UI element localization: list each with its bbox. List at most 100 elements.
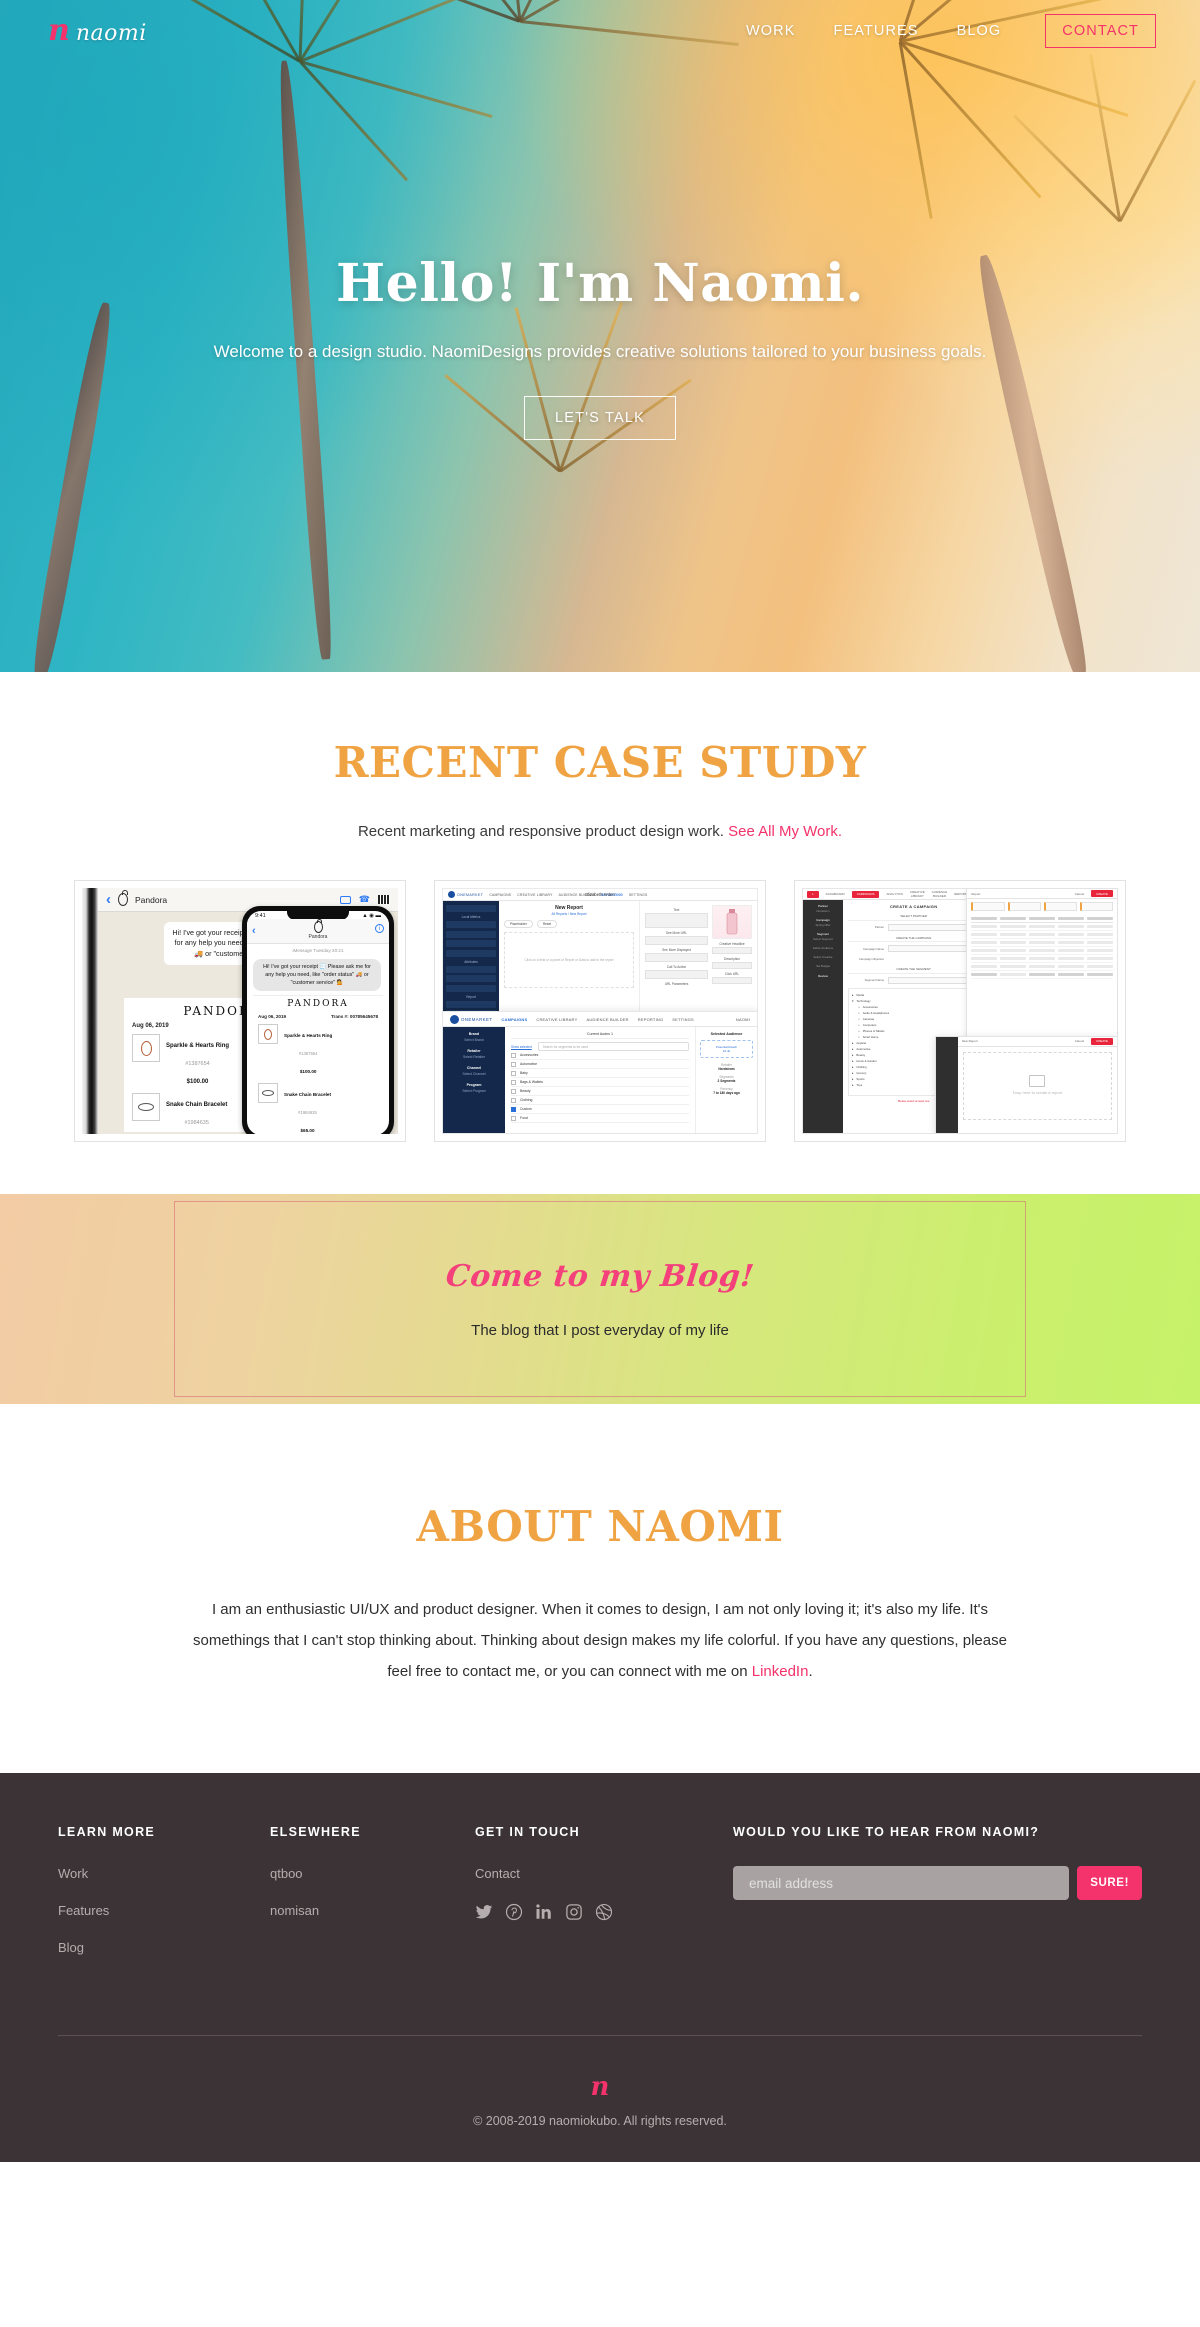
footer-link-work[interactable]: Work — [58, 1866, 270, 1881]
step-sub: Select Channel — [462, 1072, 486, 1076]
wizard-step: Brand Select Brand — [447, 1032, 501, 1042]
step-title: Retailer — [467, 1049, 481, 1053]
case-card-campaign-tool[interactable]: L DASHBOARD CAMPAIGNS ANALYTICS CREATIVE… — [794, 880, 1126, 1142]
footer-link-nomisan[interactable]: nomisan — [270, 1903, 475, 1918]
step-sub: Select Brand — [464, 1038, 484, 1042]
chip: Reset — [536, 920, 558, 928]
newsletter-submit-button[interactable]: SURE! — [1077, 1866, 1142, 1901]
item-sku: #1984635 — [298, 1110, 317, 1116]
message-bubble: Hi! I've got your receipt 🧾 Please ask m… — [253, 958, 381, 992]
item-name: Sparkle & Hearts Ring — [166, 1043, 230, 1049]
drop-zone-text: Drop here to create a report — [1012, 1090, 1063, 1096]
panel-title: New Report — [555, 905, 583, 911]
message-timestamp: iMessage Tuesday 20:21 — [292, 948, 344, 953]
segment-label: Clothing — [520, 1098, 533, 1102]
section-label: CREATE THE CAMPAIGN — [848, 936, 980, 942]
see-all-work-link[interactable]: See All My Work. — [728, 823, 842, 840]
menu-item: REPORTING — [637, 1016, 664, 1022]
item-price: $65.00 — [300, 1128, 315, 1134]
footer-link-contact[interactable]: Contact — [475, 1866, 733, 1881]
chip: Placeholder — [504, 920, 533, 928]
case-study-section: RECENT CASE STUDY Recent marketing and r… — [0, 672, 1200, 1194]
footer-col-elsewhere: ELSEWHERE qtboo nomisan — [270, 1825, 475, 1977]
battery-icon — [378, 895, 390, 904]
footer-col-learn-more: LEARN MORE Work Features Blog — [58, 1825, 270, 1977]
create-button[interactable]: CREATE — [1091, 890, 1113, 897]
menu-item: CREATIVE LIBRARY — [517, 892, 553, 897]
footer-link-features[interactable]: Features — [58, 1903, 270, 1918]
footer-copyright: © 2008-2019 naomiokubo. All rights reser… — [473, 2114, 727, 2129]
field-label: Creative Headline — [719, 942, 745, 946]
segment-row: Food — [511, 1114, 689, 1123]
segment-search-input[interactable]: Search for segments to be used — [537, 1042, 689, 1051]
item-sku: #1387654 — [298, 1051, 318, 1057]
item-sku: #1387654 — [185, 1061, 210, 1067]
cancel-button[interactable]: Cancel — [1075, 892, 1084, 896]
dribbble-icon[interactable] — [595, 1903, 613, 1921]
case-card-pandora[interactable]: ‹ Pandora ☎ Hi! I've got your receipt 🧾 … — [74, 880, 406, 1142]
footer-heading: GET IN TOUCH — [475, 1825, 580, 1840]
item-name: Snake Chain Bracelet — [284, 1092, 331, 1098]
conversation-title: Pandora — [135, 894, 168, 905]
meta-value: 7 to 180 days ago — [713, 1091, 740, 1095]
drop-zone[interactable]: Drop here to create a report — [962, 1051, 1112, 1120]
segment-row: Custom — [511, 1105, 689, 1114]
audience-title: Current Audes 1 — [511, 1032, 689, 1039]
data-table — [967, 914, 1117, 982]
segment-row: Automotive — [511, 1060, 689, 1069]
phone-navbar: ‹ i Pandora — [247, 918, 389, 944]
nav-item-contact[interactable]: CONTACT — [1045, 14, 1156, 48]
main-nav: WORK FEATURES BLOG CONTACT — [746, 14, 1156, 48]
blog-banner-box[interactable]: Come to my Blog! The blog that I post ev… — [174, 1201, 1026, 1397]
blog-banner-subtitle: The blog that I post everyday of my life — [471, 1322, 729, 1339]
footer-link-qtboo[interactable]: qtboo — [270, 1866, 475, 1881]
site-header: n naomi WORK FEATURES BLOG CONTACT — [0, 0, 1200, 62]
blog-banner-section: Come to my Blog! The blog that I post ev… — [0, 1194, 1200, 1404]
hero-cta-button[interactable]: LET'S TALK — [524, 395, 676, 440]
step-title: Brand — [468, 1032, 480, 1036]
footer-col-get-in-touch: GET IN TOUCH Contact — [475, 1825, 733, 1977]
cancel-button[interactable]: Cancel — [1075, 1039, 1084, 1043]
panel-title: CREATE A CAMPAIGN — [889, 904, 938, 909]
nav-item-work[interactable]: WORK — [746, 23, 796, 39]
breadcrumb: All Reports / New Report — [551, 912, 587, 916]
linkedin-icon[interactable] — [535, 1903, 553, 1921]
segment-label: Food — [520, 1116, 528, 1120]
wizard-step: Channel Select Channel — [447, 1066, 501, 1076]
twitter-icon[interactable] — [475, 1903, 493, 1921]
field-label: Campaign Objective — [858, 956, 884, 961]
instagram-icon[interactable] — [565, 1903, 583, 1921]
user-label: NAOMI — [735, 1016, 750, 1022]
case-card-onemarket[interactable]: ONEMARKET CAMPAIGNS CREATIVE LIBRARY AUD… — [434, 880, 766, 1142]
step-title: Program — [466, 1083, 482, 1087]
about-period: . — [808, 1662, 813, 1680]
case-study-subtitle-text: Recent marketing and responsive product … — [357, 823, 724, 840]
receipt-date: Aug 06, 2019 — [258, 1014, 287, 1020]
site-logo[interactable]: n naomi — [48, 13, 147, 48]
phone-icon: ☎ — [358, 894, 370, 904]
info-icon: i — [375, 924, 384, 933]
site-footer: LEARN MORE Work Features Blog ELSEWHERE … — [0, 1773, 1200, 2163]
linkedin-link[interactable]: LinkedIn — [752, 1663, 809, 1680]
drop-area: Click on a field or a panel of Report or… — [504, 932, 634, 988]
perfume-bottle-icon — [726, 909, 738, 935]
field-label: Click URL — [724, 972, 740, 976]
nav-item-features[interactable]: FEATURES — [834, 23, 919, 39]
about-section: ABOUT NAOMI I am an enthusiastic UI/UX a… — [0, 1404, 1200, 1774]
footer-heading: ELSEWHERE — [270, 1825, 361, 1840]
about-title: ABOUT NAOMI — [416, 1502, 784, 1551]
newsletter-email-input[interactable] — [733, 1866, 1070, 1901]
about-paragraph: I am an enthusiastic UI/UX and product d… — [193, 1601, 1007, 1680]
footer-link-blog[interactable]: Blog — [58, 1940, 270, 1955]
nav-item-blog[interactable]: BLOG — [957, 23, 1002, 39]
logo-mark-icon: n — [48, 13, 70, 48]
step-sub: Select Program — [462, 1089, 486, 1093]
conversation-title: Pandora — [308, 934, 328, 940]
create-button[interactable]: CREATE — [1091, 1037, 1113, 1045]
brand-label: ONEMARKET — [457, 892, 484, 897]
segment-row: Baby — [511, 1069, 689, 1078]
field-label: See More URL — [665, 931, 688, 935]
segment-label: Bags & Wallets — [520, 1080, 543, 1084]
show-selected-link[interactable]: Show selected — [511, 1045, 532, 1049]
pinterest-icon[interactable] — [505, 1903, 523, 1921]
